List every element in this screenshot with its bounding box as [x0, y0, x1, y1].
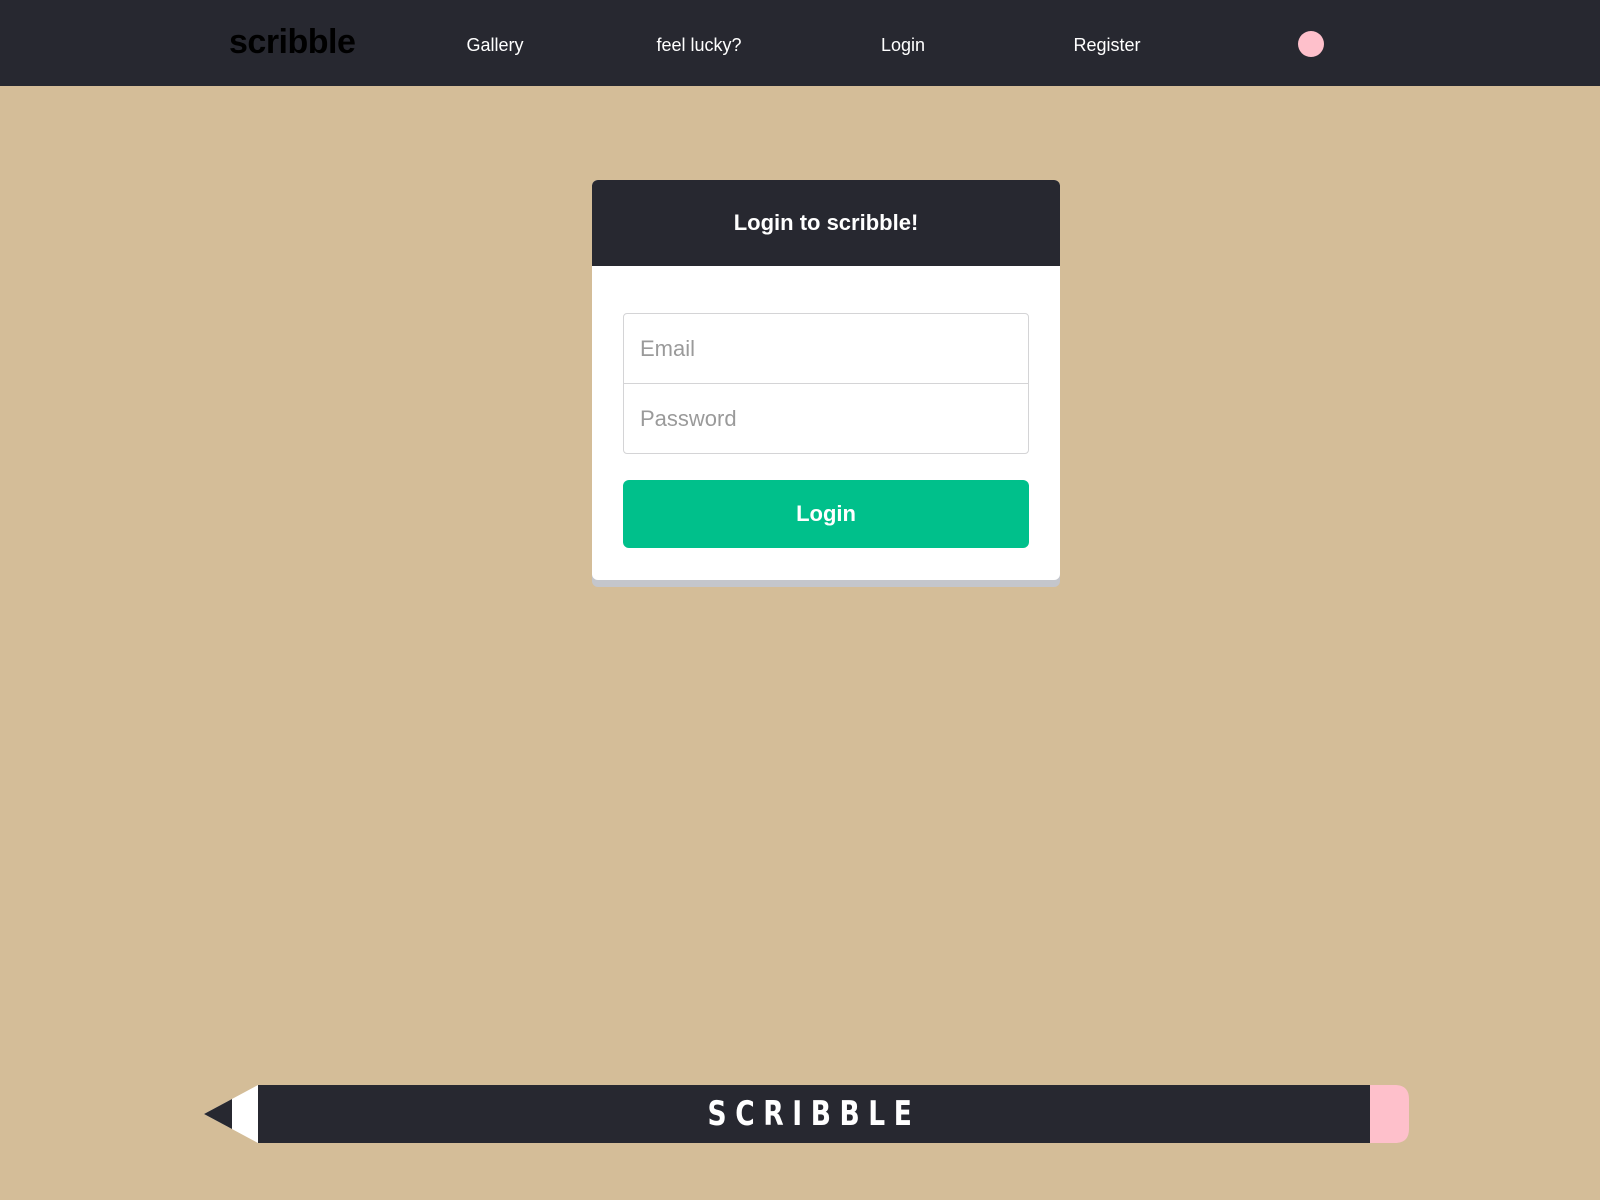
pencil-label: SCRIBBLE: [707, 1094, 921, 1134]
nav-link-gallery[interactable]: Gallery: [466, 33, 523, 57]
navbar: scribble Gallery feel lucky? Login Regis…: [0, 0, 1600, 86]
email-field[interactable]: [623, 313, 1029, 384]
nav-link-register[interactable]: Register: [1073, 33, 1140, 57]
pencil-banner: SCRIBBLE: [204, 1085, 1409, 1143]
brand-logo[interactable]: scribble: [229, 22, 356, 62]
login-form: Login: [592, 266, 1060, 580]
login-card: Login to scribble! Login: [592, 180, 1060, 580]
pink-dot-icon: [1298, 31, 1324, 57]
login-card-title: Login to scribble!: [733, 210, 919, 235]
login-button[interactable]: Login: [623, 480, 1029, 548]
password-field[interactable]: [623, 383, 1029, 454]
pencil-graphite: [204, 1099, 232, 1129]
login-card-header: Login to scribble!: [592, 180, 1060, 266]
pencil-eraser: [1370, 1085, 1409, 1143]
nav-link-feel-lucky[interactable]: feel lucky?: [656, 33, 741, 57]
nav-link-login[interactable]: Login: [881, 33, 925, 57]
